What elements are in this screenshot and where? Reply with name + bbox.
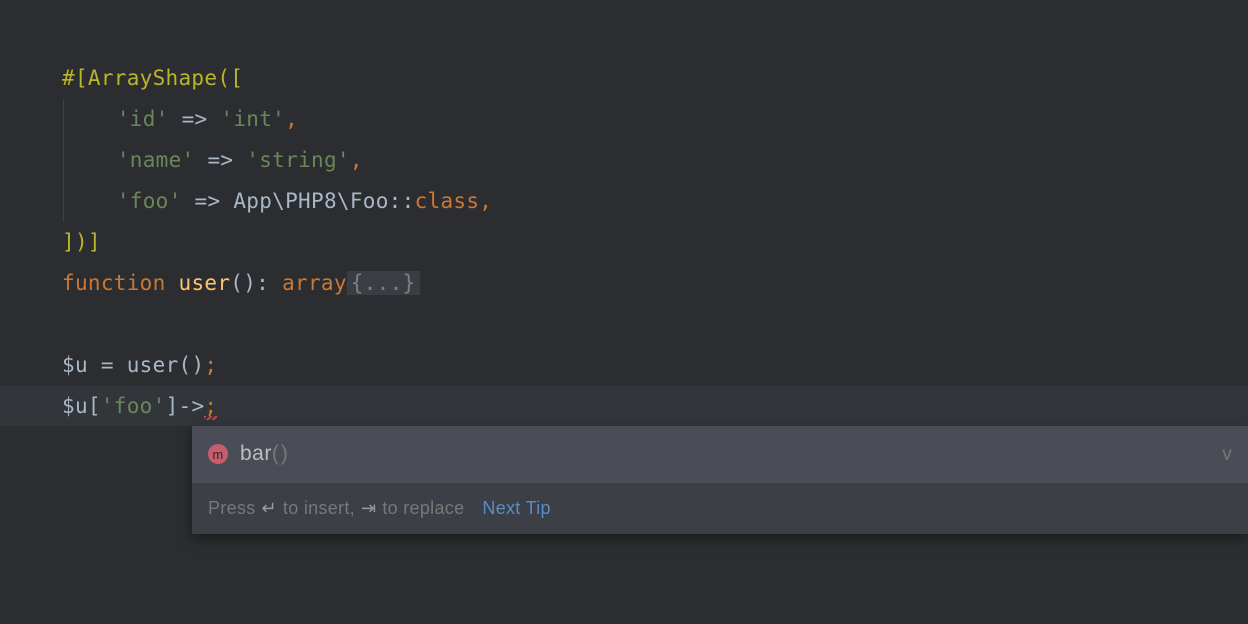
arrow-operator: =>	[182, 189, 234, 213]
bracket-open: [	[88, 394, 101, 418]
attribute-close: ])]	[62, 230, 101, 254]
attribute-open: #[	[62, 66, 88, 90]
return-type-label: v	[1222, 436, 1232, 473]
parens: ()	[179, 353, 205, 377]
indent-guide	[63, 99, 117, 140]
autocomplete-method-label: bar()	[240, 434, 290, 475]
return-type: array	[282, 271, 347, 295]
bracket-open: [	[230, 66, 243, 90]
arrow-operator: =>	[169, 107, 221, 131]
indent-guide	[63, 181, 117, 222]
code-editor[interactable]: #[ArrayShape([ 'id' => 'int', 'name' => …	[0, 0, 1248, 426]
object-arrow: ->	[179, 394, 205, 418]
code-line: function user(): array{...}	[62, 263, 1248, 304]
params: ()	[230, 271, 256, 295]
namespace-ref: App\PHP8\Foo	[233, 189, 388, 213]
method-name: bar	[240, 442, 272, 465]
code-line: $u = user();	[62, 345, 1248, 386]
autocomplete-footer: Press ↵ to insert, ⇥ to replace Next Tip	[192, 483, 1248, 534]
method-icon: m	[208, 444, 228, 464]
comma: ,	[285, 107, 298, 131]
function-call: user	[127, 353, 179, 377]
footer-replace-text: to replace	[382, 491, 464, 526]
string-literal: 'int'	[220, 107, 285, 131]
enter-key-icon: ↵	[262, 491, 277, 526]
comma: ,	[350, 148, 363, 172]
autocomplete-popup: m bar() v Press ↵ to insert, ⇥ to replac…	[192, 426, 1248, 534]
autocomplete-item-left: m bar()	[208, 434, 290, 475]
blank-line	[62, 304, 1248, 345]
code-line: 'id' => 'int',	[62, 99, 1248, 140]
variable: $u	[62, 353, 88, 377]
code-line: 'name' => 'string',	[62, 140, 1248, 181]
semicolon-error: ;	[204, 394, 217, 418]
arrow-operator: =>	[195, 148, 247, 172]
string-literal: 'foo'	[117, 189, 182, 213]
string-literal: 'id'	[117, 107, 169, 131]
code-fold[interactable]: {...}	[347, 271, 420, 295]
code-line: ])]	[62, 222, 1248, 263]
code-line: #[ArrayShape([	[62, 58, 1248, 99]
indent-guide	[63, 140, 117, 181]
bracket-close: ]	[166, 394, 179, 418]
active-code-line: $u['foo']->;	[0, 386, 1248, 427]
next-tip-link[interactable]: Next Tip	[482, 491, 550, 526]
assign-op: =	[88, 353, 127, 377]
string-literal: 'foo'	[101, 394, 166, 418]
footer-insert-text: to insert,	[283, 491, 355, 526]
string-literal: 'string'	[246, 148, 350, 172]
function-keyword: function	[62, 271, 179, 295]
string-literal: 'name'	[117, 148, 195, 172]
footer-press-text: Press	[208, 491, 256, 526]
function-name: user	[179, 271, 231, 295]
variable: $u	[62, 394, 88, 418]
scope-sep: ::	[389, 189, 415, 213]
code-line: 'foo' => App\PHP8\Foo::class,	[62, 181, 1248, 222]
class-keyword: class	[415, 189, 480, 213]
autocomplete-item[interactable]: m bar() v	[192, 426, 1248, 483]
comma: ,	[479, 189, 492, 213]
method-parens: ()	[272, 442, 290, 465]
colon: :	[256, 271, 282, 295]
semicolon: ;	[204, 353, 217, 377]
paren-open: (	[217, 66, 230, 90]
tab-key-icon: ⇥	[361, 491, 376, 526]
attribute-name: ArrayShape	[88, 66, 217, 90]
